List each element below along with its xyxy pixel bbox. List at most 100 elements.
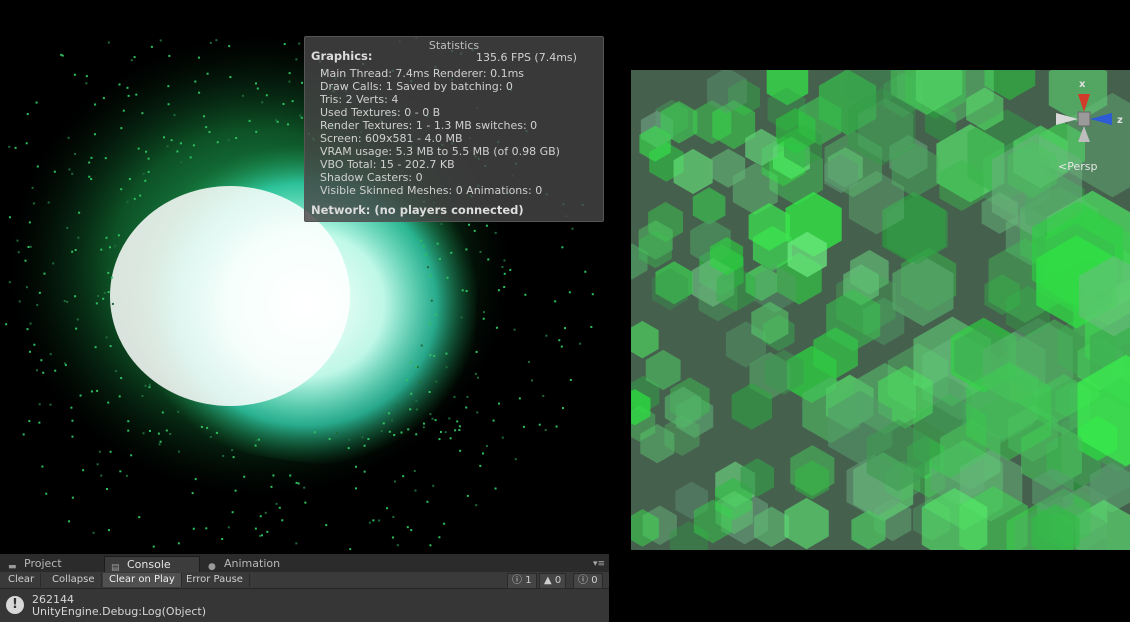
particle-speck (275, 502, 278, 505)
particle-speck (501, 436, 504, 439)
log-entry[interactable]: ! 262144 UnityEngine.Debug:Log(Object) (0, 590, 609, 622)
particle-speck (255, 82, 258, 85)
particle-speck (445, 352, 448, 355)
particle-speck (126, 86, 129, 89)
particle-speck (145, 150, 148, 153)
particle-speck (90, 156, 93, 159)
particle-speck (458, 425, 461, 428)
particle-speck (590, 325, 593, 328)
particle-speck (173, 114, 176, 117)
particle-speck (255, 130, 258, 133)
orientation-gizmo[interactable]: x z (1050, 78, 1130, 150)
particle-speck (429, 413, 432, 416)
particle-speck (28, 221, 31, 224)
persp-icon: < (1058, 160, 1068, 173)
clear-on-play-button[interactable]: Clear on Play (103, 573, 182, 587)
particle-speck (148, 386, 151, 389)
particle-speck (444, 431, 447, 434)
error-icon: ⓘ (578, 575, 588, 586)
particle-speck (514, 458, 517, 461)
particle-speck (410, 392, 413, 395)
particle-speck (378, 519, 381, 522)
particle-speck (29, 245, 32, 248)
particle-speck (282, 102, 285, 105)
particle-speck (25, 286, 28, 289)
particle-speck (297, 482, 300, 485)
particle-speck (26, 328, 29, 331)
particle-speck (25, 142, 28, 145)
particle-speck (221, 537, 224, 540)
particle-speck (434, 419, 437, 422)
particle-speck (79, 394, 82, 397)
tab-console[interactable]: ▤ Console (104, 556, 200, 573)
particle-speck (372, 519, 375, 522)
particle-speck (348, 438, 351, 441)
particle-speck (40, 359, 43, 362)
particle-speck (100, 248, 103, 251)
particle-speck (42, 371, 45, 374)
particle-speck (396, 404, 399, 407)
stat-line: Main Thread: 7.4ms Renderer: 0.1ms (320, 67, 525, 80)
warning-count-toggle[interactable]: ▲ 0 (539, 573, 567, 589)
particle-speck (558, 339, 561, 342)
particle-speck (420, 239, 423, 242)
stat-line: Screen: 609x581 - 4.0 MB (320, 132, 463, 145)
particle-speck (563, 327, 566, 330)
gizmo-z-label: z (1117, 115, 1123, 126)
particle-speck (8, 145, 11, 148)
particle-speck (14, 146, 17, 149)
particle-speck (192, 527, 195, 530)
particle-speck (436, 361, 439, 364)
particle-speck (229, 76, 232, 79)
tab-animation[interactable]: ● Animation (202, 556, 314, 572)
log-count-toggle[interactable]: ⓘ 1 (507, 573, 537, 589)
particle-speck (232, 456, 235, 459)
particle-speck (105, 336, 108, 339)
particle-speck (501, 266, 504, 269)
particle-speck (410, 529, 413, 532)
particle-speck (32, 202, 35, 205)
particle-speck (276, 120, 279, 123)
particle-speck (88, 161, 91, 164)
collapse-button[interactable]: Collapse (46, 573, 102, 587)
console-window: ▬ Project ▤ Console ● Animation ▾≡ Clear Co… (0, 554, 609, 622)
particle-speck (163, 136, 166, 139)
particle-speck (482, 317, 485, 320)
particle-speck (194, 478, 197, 481)
warning-icon: ▲ (544, 575, 552, 586)
particle-speck (400, 431, 403, 434)
particle-speck (82, 469, 85, 472)
particle-speck (475, 350, 478, 353)
tab-project[interactable]: ▬ Project (2, 556, 100, 572)
particle-speck (28, 350, 31, 353)
particle-speck (158, 443, 161, 446)
particle-speck (476, 411, 479, 414)
clear-button[interactable]: Clear (2, 573, 42, 587)
particle-speck (227, 526, 230, 529)
particle-speck (76, 318, 79, 321)
particle-speck (448, 417, 451, 420)
particle-speck (177, 542, 180, 545)
particle-speck (261, 101, 264, 104)
particle-speck (485, 445, 488, 448)
particle-speck (16, 239, 19, 242)
gizmo-x-label: x (1079, 79, 1086, 90)
particle-speck (584, 270, 587, 273)
particle-speck (433, 354, 436, 357)
error-pause-button[interactable]: Error Pause (180, 573, 250, 587)
particle-speck (127, 94, 130, 97)
panel-menu-icon[interactable]: ▾≡ (593, 559, 605, 569)
particle-speck (288, 80, 291, 83)
particle-speck (386, 507, 389, 510)
particle-speck (194, 80, 197, 83)
particle-speck (438, 257, 441, 260)
particle-speck (410, 361, 413, 364)
error-count-toggle[interactable]: ⓘ 0 (573, 573, 603, 589)
particle-speck (465, 248, 468, 251)
particle-speck (426, 500, 429, 503)
x-axis-cone (1078, 94, 1090, 112)
particle-speck (107, 291, 110, 294)
projection-toggle[interactable]: <Persp (1058, 160, 1097, 173)
particle-speck (522, 425, 525, 428)
particle-speck (70, 406, 73, 409)
